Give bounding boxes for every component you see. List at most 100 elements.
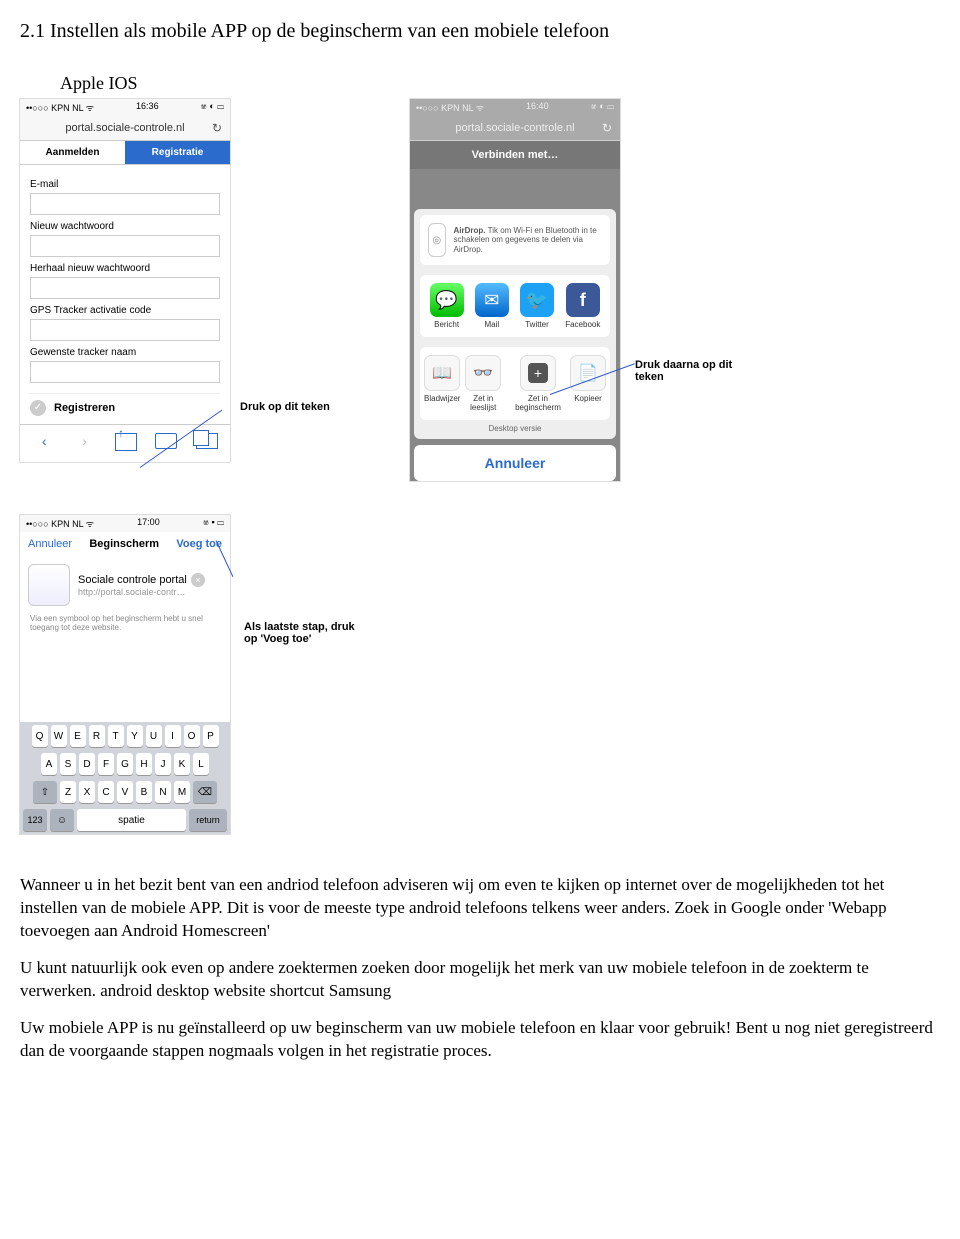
- key-k[interactable]: K: [174, 753, 190, 775]
- screenshot-add-to-home: ••○○○ KPN NL ᯤ 17:00 ෂ ▪ ▭ Annuleer Begi…: [20, 515, 230, 834]
- key-h[interactable]: H: [136, 753, 152, 775]
- forward-icon: ›: [75, 433, 95, 454]
- mail-icon: ✉: [475, 283, 509, 317]
- site-name-input[interactable]: Sociale controle portal: [78, 574, 187, 586]
- airdrop-icon: ◎: [428, 223, 446, 257]
- key-c[interactable]: C: [98, 781, 114, 803]
- annotation-add-home: Druk daarna op dit teken: [635, 359, 755, 383]
- connecting-label: Verbinden met…: [410, 141, 620, 169]
- paragraph-android-advice: Wanneer u in het bezit bent van een andr…: [20, 874, 940, 943]
- tabs-icon[interactable]: [196, 433, 216, 454]
- share-twitter[interactable]: 🐦 Twitter: [520, 283, 554, 329]
- message-icon: 💬: [430, 283, 464, 317]
- key-y[interactable]: Y: [127, 725, 143, 747]
- key-b[interactable]: B: [136, 781, 152, 803]
- action-bladwijzer[interactable]: 📖 Bladwijzer: [424, 355, 460, 412]
- key-e[interactable]: E: [70, 725, 86, 747]
- action-label: Kopieer: [570, 394, 606, 403]
- reload-icon[interactable]: ↻: [212, 121, 222, 135]
- share-label: Bericht: [430, 320, 464, 329]
- tab-aanmelden[interactable]: Aanmelden: [20, 141, 125, 164]
- key-emoji[interactable]: ☺: [50, 809, 74, 831]
- battery-label: ෂ ◐ ▭: [591, 101, 614, 114]
- url-bar: portal.sociale-controle.nl ↻: [410, 116, 620, 141]
- share-bericht[interactable]: 💬 Bericht: [430, 283, 464, 329]
- action-leeslijst[interactable]: 👓 Zet in leeslijst: [460, 355, 506, 412]
- annotation-share: Druk op dit teken: [240, 401, 360, 413]
- key-s[interactable]: S: [60, 753, 76, 775]
- screenshot-safari-form: ••○○○ KPN NL ᯤ 16:36 ෂ ◐ ▭ portal.social…: [20, 99, 230, 462]
- key-123[interactable]: 123: [23, 809, 47, 831]
- share-label: Mail: [475, 320, 509, 329]
- key-z[interactable]: Z: [60, 781, 76, 803]
- time-label: 17:00: [137, 517, 160, 530]
- key-a[interactable]: A: [41, 753, 57, 775]
- action-label: Bladwijzer: [424, 394, 460, 403]
- url-text: portal.sociale-controle.nl: [455, 122, 574, 134]
- key-d[interactable]: D: [79, 753, 95, 775]
- key-r[interactable]: R: [89, 725, 105, 747]
- time-label: 16:40: [526, 101, 549, 114]
- share-label: Twitter: [520, 320, 554, 329]
- paragraph-search-terms: U kunt natuurlijk ook even op andere zoe…: [20, 957, 940, 1003]
- clear-icon[interactable]: ×: [191, 573, 205, 587]
- key-space[interactable]: spatie: [77, 809, 186, 831]
- share-mail[interactable]: ✉ Mail: [475, 283, 509, 329]
- key-shift[interactable]: ⇧: [33, 781, 57, 803]
- key-n[interactable]: N: [155, 781, 171, 803]
- battery-label: ෂ ◐ ▭: [201, 101, 224, 114]
- hint-text: Via een symbool op het beginscherm hebt …: [20, 614, 230, 642]
- airdrop-title: AirDrop.: [454, 226, 486, 235]
- input-email[interactable]: [30, 193, 220, 215]
- key-m[interactable]: M: [174, 781, 190, 803]
- carrier-label: ••○○○ KPN NL ᯤ: [26, 101, 94, 114]
- site-url-label: http://portal.sociale-contr…: [78, 587, 222, 597]
- action-label: Zet in beginscherm: [506, 394, 570, 412]
- tab-registratie[interactable]: Registratie: [125, 141, 230, 164]
- key-v[interactable]: V: [117, 781, 133, 803]
- key-x[interactable]: X: [79, 781, 95, 803]
- key-f[interactable]: F: [98, 753, 114, 775]
- screenshot-share-sheet: ••○○○ KPN NL ᯤ 16:40 ෂ ◐ ▭ portal.social…: [410, 99, 620, 481]
- airdrop-row[interactable]: ◎ AirDrop. Tik om Wi-Fi en Bluetooth in …: [420, 215, 610, 265]
- keyboard[interactable]: QWERTYUIOP ASDFGHJKL ⇧ ZXCVBNM ⌫ 123 ☺ s…: [20, 722, 230, 834]
- back-icon[interactable]: ‹: [34, 433, 54, 454]
- key-t[interactable]: T: [108, 725, 124, 747]
- apple-ios-label: Apple IOS: [60, 73, 940, 94]
- input-new-password[interactable]: [30, 235, 220, 257]
- url-bar[interactable]: portal.sociale-controle.nl ↻: [20, 116, 230, 141]
- share-icon[interactable]: [115, 433, 135, 454]
- nav-cancel[interactable]: Annuleer: [28, 538, 72, 550]
- section-heading: 2.1 Instellen als mobile APP op de begin…: [20, 20, 940, 43]
- action-label: Zet in leeslijst: [460, 394, 506, 412]
- action-beginscherm[interactable]: + Zet in beginscherm: [506, 355, 570, 412]
- status-bar: ••○○○ KPN NL ᯤ 17:00 ෂ ▪ ▭: [20, 515, 230, 532]
- site-thumbnail: [28, 564, 70, 606]
- share-facebook[interactable]: f Facebook: [565, 283, 600, 329]
- key-j[interactable]: J: [155, 753, 171, 775]
- key-o[interactable]: O: [184, 725, 200, 747]
- cancel-button[interactable]: Annuleer: [414, 445, 616, 481]
- input-tracker-name[interactable]: [30, 361, 220, 383]
- key-w[interactable]: W: [51, 725, 67, 747]
- add-home-icon: +: [520, 355, 556, 391]
- key-i[interactable]: I: [165, 725, 181, 747]
- nav-title: Beginscherm: [89, 538, 159, 550]
- label-tracker-name: Gewenste tracker naam: [30, 347, 220, 358]
- reload-icon: ↻: [602, 121, 612, 135]
- url-text: portal.sociale-controle.nl: [65, 122, 184, 134]
- register-button[interactable]: Registreren: [54, 402, 115, 414]
- time-label: 16:36: [136, 101, 159, 114]
- key-l[interactable]: L: [193, 753, 209, 775]
- key-p[interactable]: P: [203, 725, 219, 747]
- key-g[interactable]: G: [117, 753, 133, 775]
- input-repeat-password[interactable]: [30, 277, 220, 299]
- label-new-password: Nieuw wachtwoord: [30, 221, 220, 232]
- check-icon: ✓: [30, 400, 46, 416]
- key-backspace[interactable]: ⌫: [193, 781, 217, 803]
- key-return[interactable]: return: [189, 809, 227, 831]
- key-q[interactable]: Q: [32, 725, 48, 747]
- input-gps-code[interactable]: [30, 319, 220, 341]
- key-u[interactable]: U: [146, 725, 162, 747]
- desktop-version-label: Desktop versie: [420, 424, 610, 433]
